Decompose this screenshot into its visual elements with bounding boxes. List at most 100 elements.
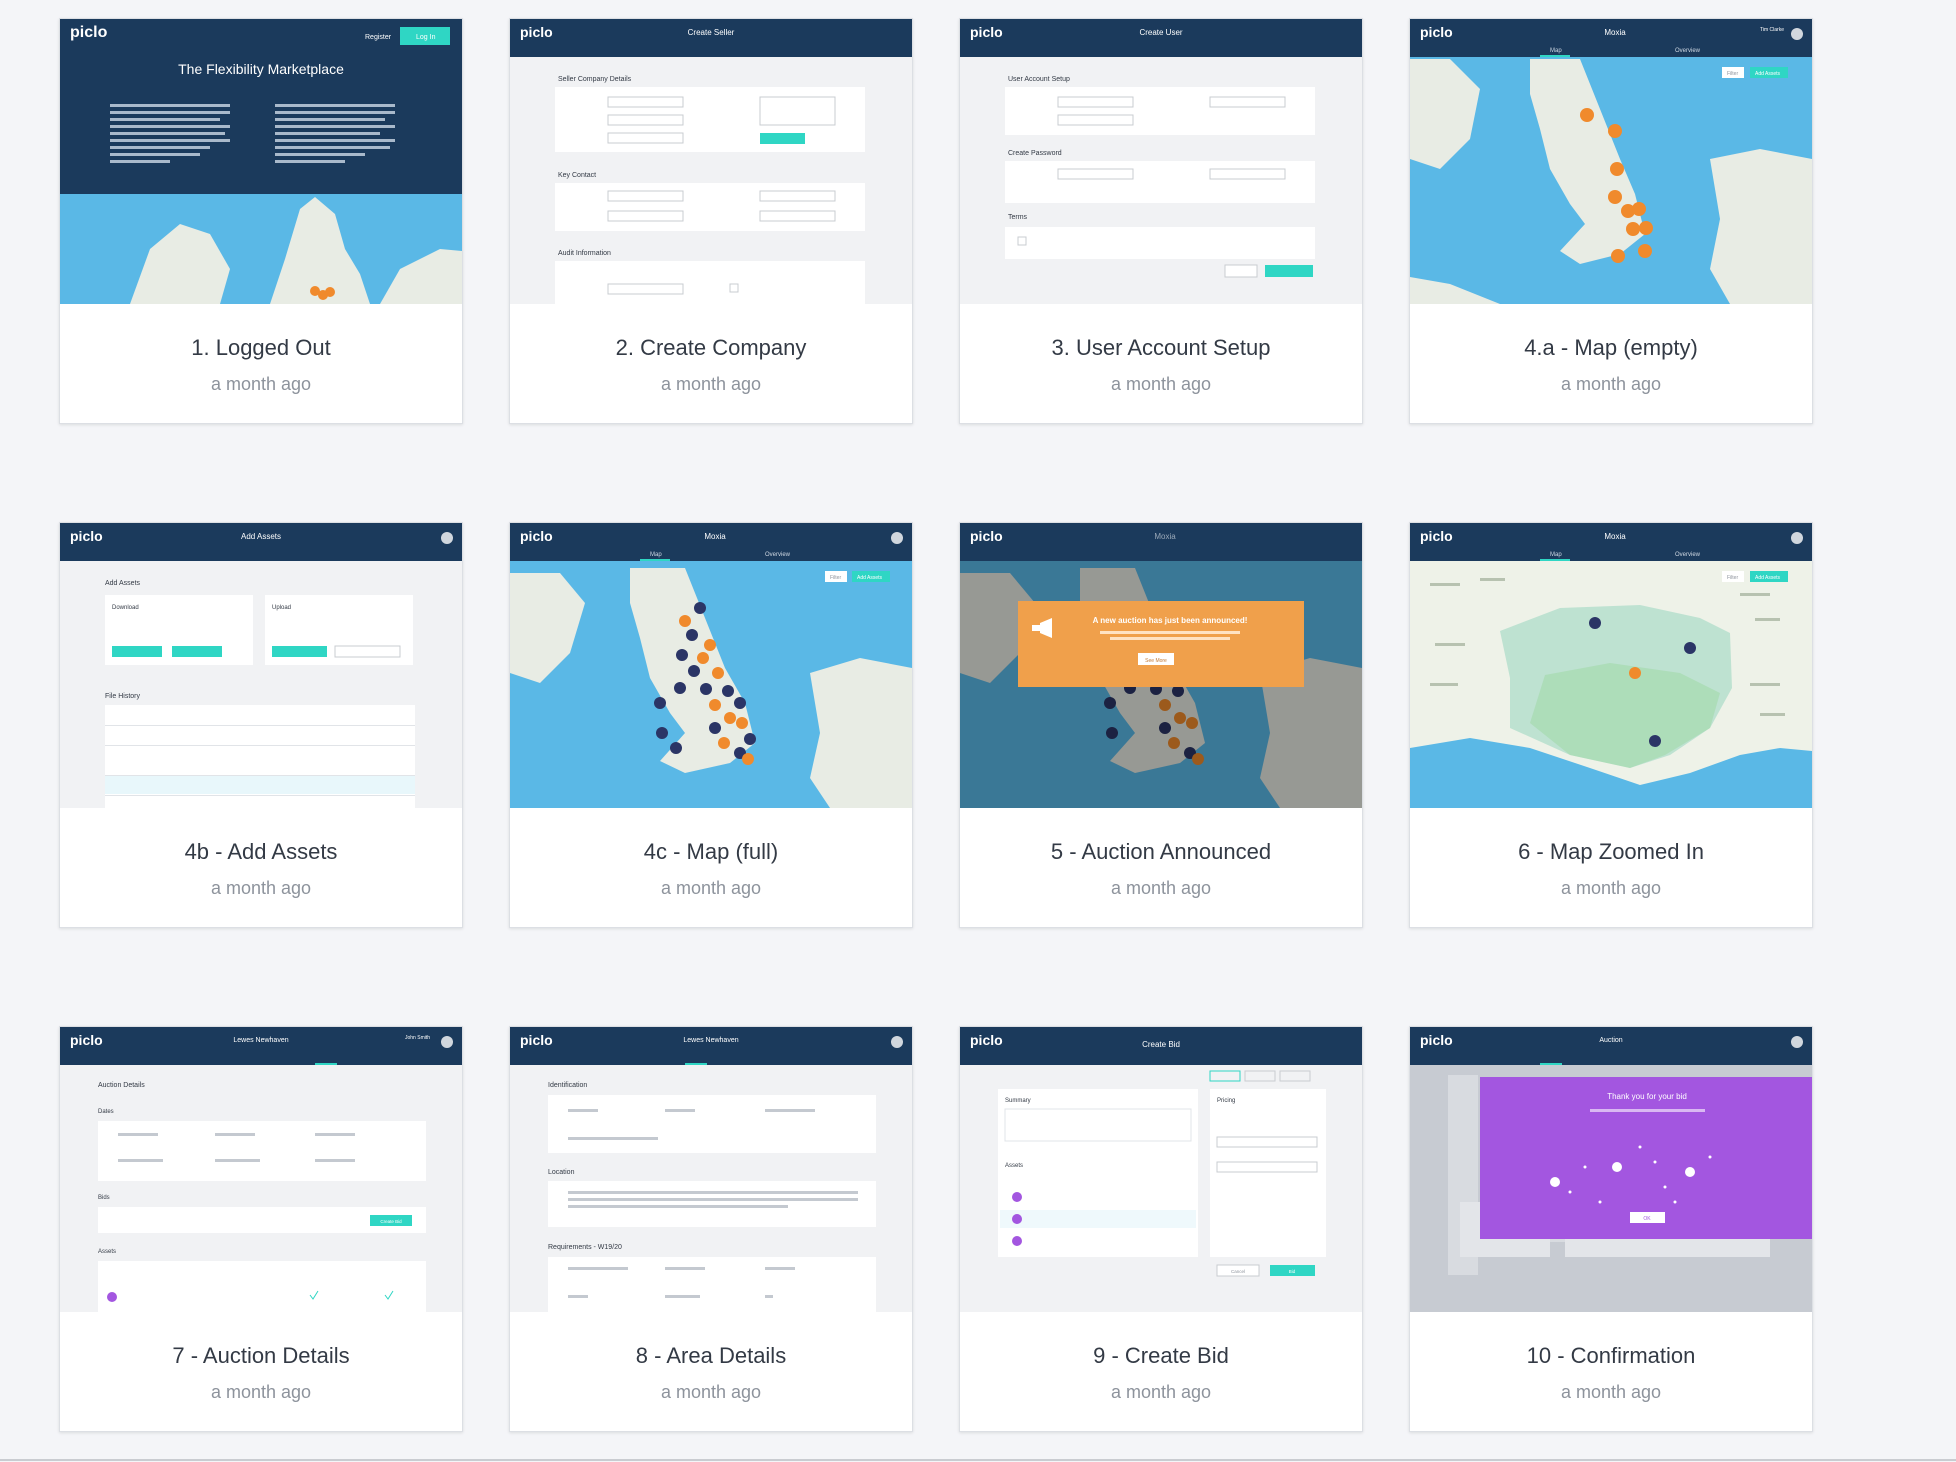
svg-text:piclo: piclo [70, 1032, 103, 1048]
card-timestamp: a month ago [660, 878, 762, 898]
svg-text:Moxia: Moxia [1604, 28, 1626, 37]
thumbnail-logged-out: piclo Register Log In The Flexibility Ma… [60, 19, 462, 304]
svg-text:Tim Clarke: Tim Clarke [1760, 27, 1784, 33]
card-title[interactable]: 4b - Add Assets [60, 839, 462, 865]
svg-text:piclo: piclo [520, 528, 553, 544]
design-card[interactable]: piclo Add Assets Add Assets Download Upl… [59, 522, 463, 928]
card-timestamp: a month ago [210, 1382, 312, 1402]
svg-text:OK: OK [1643, 1216, 1651, 1222]
svg-text:piclo: piclo [520, 1032, 553, 1048]
design-card[interactable]: piclo Create Bid Summary Assets Pricing … [959, 1026, 1363, 1432]
svg-text:Dates: Dates [98, 1109, 114, 1115]
svg-text:piclo: piclo [1420, 24, 1453, 40]
register-link: Register [365, 34, 392, 41]
card-title[interactable]: 8 - Area Details [510, 1343, 912, 1369]
hero-title: The Flexibility Marketplace [178, 61, 344, 77]
svg-text:See More: See More [1145, 658, 1167, 664]
card-title[interactable]: 6 - Map Zoomed In [1410, 839, 1812, 865]
card-thumbnail: piclo Auction Thank you for your bid OK [1410, 1027, 1812, 1312]
card-title[interactable]: 4c - Map (full) [510, 839, 912, 865]
svg-text:Lewes Newhaven: Lewes Newhaven [683, 1037, 738, 1044]
design-card[interactable]: piclo Moxia Map Overview Filter Add Asse… [509, 522, 913, 928]
card-thumbnail: piclo Create Seller Seller Company Detai… [510, 19, 912, 304]
thumbnail-user-account-setup: piclo Create User User Account Setup Cre… [960, 19, 1362, 304]
svg-text:Location: Location [548, 1169, 575, 1176]
svg-text:Create Password: Create Password [1008, 150, 1062, 157]
svg-text:piclo: piclo [70, 528, 103, 544]
svg-text:Map: Map [650, 552, 662, 558]
card-title[interactable]: 4.a - Map (empty) [1410, 335, 1812, 361]
svg-text:Moxia: Moxia [704, 532, 726, 541]
card-timestamp: a month ago [210, 878, 312, 898]
svg-text:Create User: Create User [1139, 28, 1182, 37]
svg-text:Identification: Identification [548, 1082, 587, 1089]
svg-text:John Smith: John Smith [405, 1035, 430, 1041]
svg-text:Moxia: Moxia [1604, 532, 1626, 541]
thumbnail-create-company: piclo Create Seller Seller Company Detai… [510, 19, 912, 304]
design-card[interactable]: piclo Moxia Map Overview Filter Add Asse… [1409, 522, 1813, 928]
svg-text:Upload: Upload [272, 605, 291, 611]
svg-text:Create Bid: Create Bid [380, 1219, 402, 1224]
svg-text:Thank you for your bid: Thank you for your bid [1607, 1092, 1687, 1101]
svg-text:Add Assets: Add Assets [1755, 71, 1781, 77]
svg-text:Audit Information: Audit Information [558, 250, 611, 257]
card-thumbnail: piclo Moxia Map Overview Filter Add Asse… [510, 523, 912, 808]
svg-text:Pricing: Pricing [1217, 1098, 1235, 1104]
card-timestamp: a month ago [210, 374, 312, 394]
card-title[interactable]: 1. Logged Out [60, 335, 462, 361]
svg-text:Moxia: Moxia [1154, 532, 1176, 541]
svg-text:Lewes Newhaven: Lewes Newhaven [233, 1037, 288, 1044]
card-title[interactable]: 9 - Create Bid [960, 1343, 1362, 1369]
svg-text:Download: Download [112, 605, 139, 611]
svg-text:Add Assets: Add Assets [105, 580, 141, 587]
card-thumbnail: piclo Register Log In The Flexibility Ma… [60, 19, 462, 304]
svg-text:Overview: Overview [1675, 48, 1701, 54]
thumbnail-auction-announced: piclo Moxia A new auction has just been … [960, 523, 1362, 808]
card-thumbnail: piclo Moxia A new auction has just been … [960, 523, 1362, 808]
card-thumbnail: piclo Moxia Map Overview Tim Clarke Filt… [1410, 19, 1812, 304]
thumbnail-map-full: piclo Moxia Map Overview Filter Add Asse… [510, 523, 912, 808]
svg-text:piclo: piclo [1420, 528, 1453, 544]
thumbnail-add-assets: piclo Add Assets Add Assets Download Upl… [60, 523, 462, 808]
svg-text:Overview: Overview [765, 552, 791, 558]
design-card[interactable]: piclo Moxia A new auction has just been … [959, 522, 1363, 928]
card-thumbnail: piclo Add Assets Add Assets Download Upl… [60, 523, 462, 808]
card-timestamp: a month ago [1110, 374, 1212, 394]
svg-text:piclo: piclo [520, 24, 553, 40]
design-card[interactable]: piclo Create Seller Seller Company Detai… [509, 18, 913, 424]
card-title[interactable]: 3. User Account Setup [960, 335, 1362, 361]
card-title[interactable]: 7 - Auction Details [60, 1343, 462, 1369]
svg-text:Auction: Auction [1599, 1037, 1622, 1044]
svg-text:File History: File History [105, 693, 141, 700]
card-title[interactable]: 10 - Confirmation [1410, 1343, 1812, 1369]
svg-text:Filter: Filter [1727, 575, 1738, 581]
svg-text:Add Assets: Add Assets [241, 532, 281, 541]
svg-text:Map: Map [1550, 48, 1562, 54]
thumbnail-confirmation: piclo Auction Thank you for your bid OK [1410, 1027, 1812, 1312]
svg-text:piclo: piclo [970, 1032, 1003, 1048]
card-timestamp: a month ago [660, 1382, 762, 1402]
design-card[interactable]: piclo Lewes Newhaven Identification Loca… [509, 1026, 913, 1432]
card-timestamp: a month ago [1110, 878, 1212, 898]
design-card[interactable]: piclo Lewes Newhaven John Smith Auction … [59, 1026, 463, 1432]
card-timestamp: a month ago [660, 374, 762, 394]
card-timestamp: a month ago [1560, 374, 1662, 394]
design-card[interactable]: piclo Auction Thank you for your bid OK … [1409, 1026, 1813, 1432]
svg-text:piclo: piclo [970, 24, 1003, 40]
card-title[interactable]: 5 - Auction Announced [960, 839, 1362, 865]
card-timestamp: a month ago [1110, 1382, 1212, 1402]
thumbnail-map-empty: piclo Moxia Map Overview Tim Clarke Filt… [1410, 19, 1812, 304]
card-timestamp: a month ago [1560, 878, 1662, 898]
svg-text:Create Bid: Create Bid [1142, 1040, 1180, 1049]
card-thumbnail: piclo Create User User Account Setup Cre… [960, 19, 1362, 304]
svg-text:Auction Details: Auction Details [98, 1082, 145, 1089]
design-card[interactable]: piclo Moxia Map Overview Tim Clarke Filt… [1409, 18, 1813, 424]
card-title[interactable]: 2. Create Company [510, 335, 912, 361]
thumbnail-create-bid: piclo Create Bid Summary Assets Pricing … [960, 1027, 1362, 1312]
login-button: Log In [416, 34, 436, 41]
svg-text:piclo: piclo [1420, 1032, 1453, 1048]
design-card[interactable]: piclo Register Log In The Flexibility Ma… [59, 18, 463, 424]
design-card[interactable]: piclo Create User User Account Setup Cre… [959, 18, 1363, 424]
svg-text:Summary: Summary [1005, 1098, 1031, 1104]
svg-text:Requirements - W19/20: Requirements - W19/20 [548, 1244, 622, 1251]
